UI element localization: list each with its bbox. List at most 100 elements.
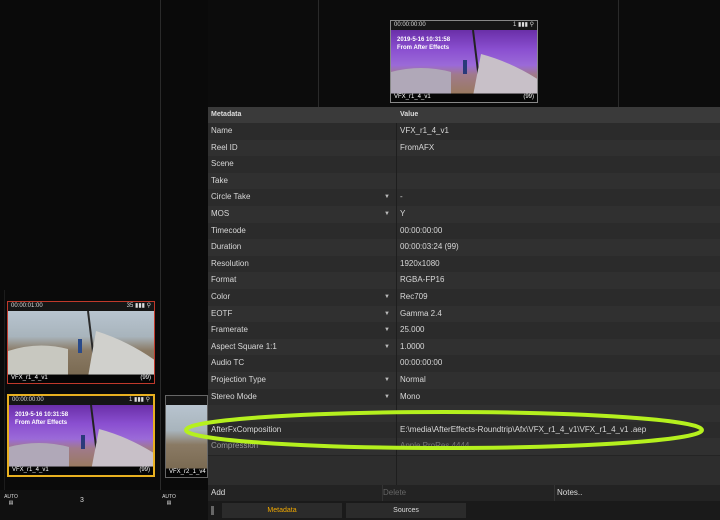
clip-header: 00:00:00:00 1 ▮▮▮ ⚲: [9, 396, 153, 405]
overlay-date: 2019-5-16 10:31:58: [397, 37, 451, 43]
metadata-name: Name: [211, 126, 233, 135]
clip-footer: VFX_r1_4_v1 (99): [9, 466, 153, 475]
metadata-value[interactable]: 25.000: [400, 322, 710, 338]
column-divider: [318, 0, 319, 107]
clip-thumbnail[interactable]: 00:00:01:00 35 ▮▮▮ ⚲ VFX_r1_4_v1 (99): [7, 301, 155, 384]
action-bar: Add Delete Notes..: [208, 485, 720, 501]
dropdown-arrow-icon[interactable]: ▼: [384, 289, 390, 305]
metadata-name: Color: [211, 292, 231, 301]
clip-footer: VFX_r1_4_v1 (99): [8, 374, 154, 383]
metadata-value[interactable]: Rec709: [400, 289, 710, 305]
page-number: 3: [80, 497, 84, 504]
metadata-value[interactable]: 00:00:03:24 (99): [400, 239, 710, 255]
auto-button[interactable]: AUTO ▤: [4, 494, 18, 506]
metadata-name: Circle Take: [211, 192, 251, 202]
metadata-table-header: Metadata Value: [208, 107, 720, 123]
car-scene-image: [8, 311, 154, 375]
metadata-row[interactable]: Duration 00:00:03:24 (99): [208, 239, 720, 257]
metadata-name: Reel ID: [211, 142, 238, 152]
clip-thumbnail-selected[interactable]: 2019-5-16 10:31:58 From After Effects 00…: [7, 394, 155, 477]
metadata-value[interactable]: Mono: [400, 389, 710, 405]
metadata-value[interactable]: Gamma 2.4: [400, 306, 710, 322]
grip-icon: [211, 506, 214, 515]
pin-icon: ▮▮▮ ⚲: [134, 397, 150, 403]
dropdown-arrow-icon[interactable]: ▼: [384, 389, 390, 405]
clip-image: 2019-5-16 10:31:58 From After Effects: [9, 405, 153, 467]
metadata-row[interactable]: Color ▼ Rec709: [208, 289, 720, 307]
preview-thumbnail[interactable]: 2019-5-16 10:31:58 From After Effects 00…: [390, 20, 538, 103]
film-icon: ▤: [8, 500, 14, 506]
metadata-row[interactable]: Circle Take ▼ -: [208, 189, 720, 207]
clip-footer: VFX_r2_1_v4: [166, 468, 207, 477]
metadata-value[interactable]: Normal: [400, 372, 710, 388]
overlay-date: 2019-5-16 10:31:58: [15, 412, 69, 418]
pin-icon: ▮▮▮ ⚲: [518, 22, 534, 28]
dropdown-arrow-icon[interactable]: ▼: [384, 189, 390, 205]
metadata-name: MOS: [211, 209, 230, 218]
clip-number: 1: [129, 397, 133, 403]
clip-image: [8, 311, 154, 375]
reel-footer: AUTO ▤ 3 AUTO ▤: [0, 490, 208, 520]
metadata-value[interactable]: -: [400, 189, 710, 205]
add-button[interactable]: Add: [211, 485, 379, 501]
metadata-value[interactable]: 1.0000: [400, 339, 710, 355]
preview-footer: VFX_r1_4_v1 (99): [391, 93, 537, 102]
clip-header: 00:00:01:00 35 ▮▮▮ ⚲: [8, 302, 154, 311]
dropdown-arrow-icon[interactable]: ▼: [384, 339, 390, 355]
metadata-column-header: Metadata: [211, 111, 242, 118]
tab-metadata[interactable]: Metadata: [222, 503, 342, 518]
metadata-row[interactable]: Aspect Square 1:1 ▼ 1.0000: [208, 338, 720, 357]
column-divider: [618, 0, 619, 107]
overlay-source: From After Effects: [15, 420, 68, 426]
pin-icon: ▮▮▮ ⚲: [135, 303, 151, 309]
metadata-row[interactable]: Scene: [208, 156, 720, 174]
metadata-value[interactable]: 00:00:00:00: [400, 355, 710, 371]
metadata-row[interactable]: Stereo Mode ▼ Mono: [208, 388, 720, 407]
clip-overlay-text: 2019-5-16 10:31:58 From After Effects: [15, 411, 68, 427]
metadata-row[interactable]: Projection Type ▼ Normal: [208, 372, 720, 390]
preview-number: 1: [513, 22, 517, 28]
overlay-source: From After Effects: [397, 45, 450, 51]
metadata-name: Framerate: [211, 325, 248, 335]
preview-strip: 2019-5-16 10:31:58 From After Effects 00…: [208, 0, 720, 107]
delete-button[interactable]: Delete: [382, 485, 551, 501]
tab-sources[interactable]: Sources: [346, 503, 466, 518]
metadata-row[interactable]: Format RGBA-FP16: [208, 272, 720, 290]
metadata-value[interactable]: 00:00:00:00: [400, 223, 710, 239]
preview-overlay-text: 2019-5-16 10:31:58 From After Effects: [397, 36, 450, 52]
preview-timecode: 00:00:00:00: [394, 22, 426, 28]
dropdown-arrow-icon[interactable]: ▼: [384, 372, 390, 388]
auto-button[interactable]: AUTO ▤: [162, 494, 176, 506]
metadata-name: Timecode: [211, 225, 246, 235]
metadata-row[interactable]: EOTF ▼ Gamma 2.4: [208, 305, 720, 324]
metadata-name: Duration: [211, 242, 242, 252]
preview-header: 00:00:00:00 1 ▮▮▮ ⚲: [391, 21, 537, 30]
clip-name: VFX_r1_4_v1: [12, 467, 49, 473]
metadata-value[interactable]: 1920x1080: [400, 256, 710, 272]
preview-count: (99): [523, 94, 534, 100]
metadata-row[interactable]: Audio TC 00:00:00:00: [208, 355, 720, 373]
metadata-row[interactable]: Reel ID FromAFX: [208, 139, 720, 158]
metadata-row[interactable]: Name VFX_r1_4_v1: [208, 123, 720, 141]
metadata-value[interactable]: Y: [400, 206, 710, 222]
metadata-name: EOTF: [211, 308, 233, 318]
metadata-value[interactable]: RGBA-FP16: [400, 272, 710, 288]
metadata-value[interactable]: FromAFX: [400, 140, 710, 156]
metadata-name: Stereo Mode: [211, 391, 257, 401]
metadata-row[interactable]: MOS ▼ Y: [208, 206, 720, 224]
notes-button[interactable]: Notes..: [554, 485, 720, 501]
dropdown-arrow-icon[interactable]: ▼: [384, 306, 390, 322]
highlight-ellipse: [184, 410, 704, 450]
preview-image: 2019-5-16 10:31:58 From After Effects: [391, 30, 537, 94]
metadata-row[interactable]: Take: [208, 172, 720, 191]
metadata-row[interactable]: Resolution 1920x1080: [208, 255, 720, 274]
metadata-value[interactable]: VFX_r1_4_v1: [400, 123, 710, 139]
column-divider: [160, 0, 161, 490]
dropdown-arrow-icon[interactable]: ▼: [384, 322, 390, 338]
tab-bar: Metadata Sources: [208, 501, 720, 520]
metadata-row[interactable]: Framerate ▼ 25.000: [208, 322, 720, 340]
metadata-name: Audio TC: [211, 358, 245, 368]
dropdown-arrow-icon[interactable]: ▼: [384, 206, 390, 222]
metadata-row[interactable]: Timecode 00:00:00:00: [208, 222, 720, 241]
film-icon: ▤: [166, 500, 172, 506]
